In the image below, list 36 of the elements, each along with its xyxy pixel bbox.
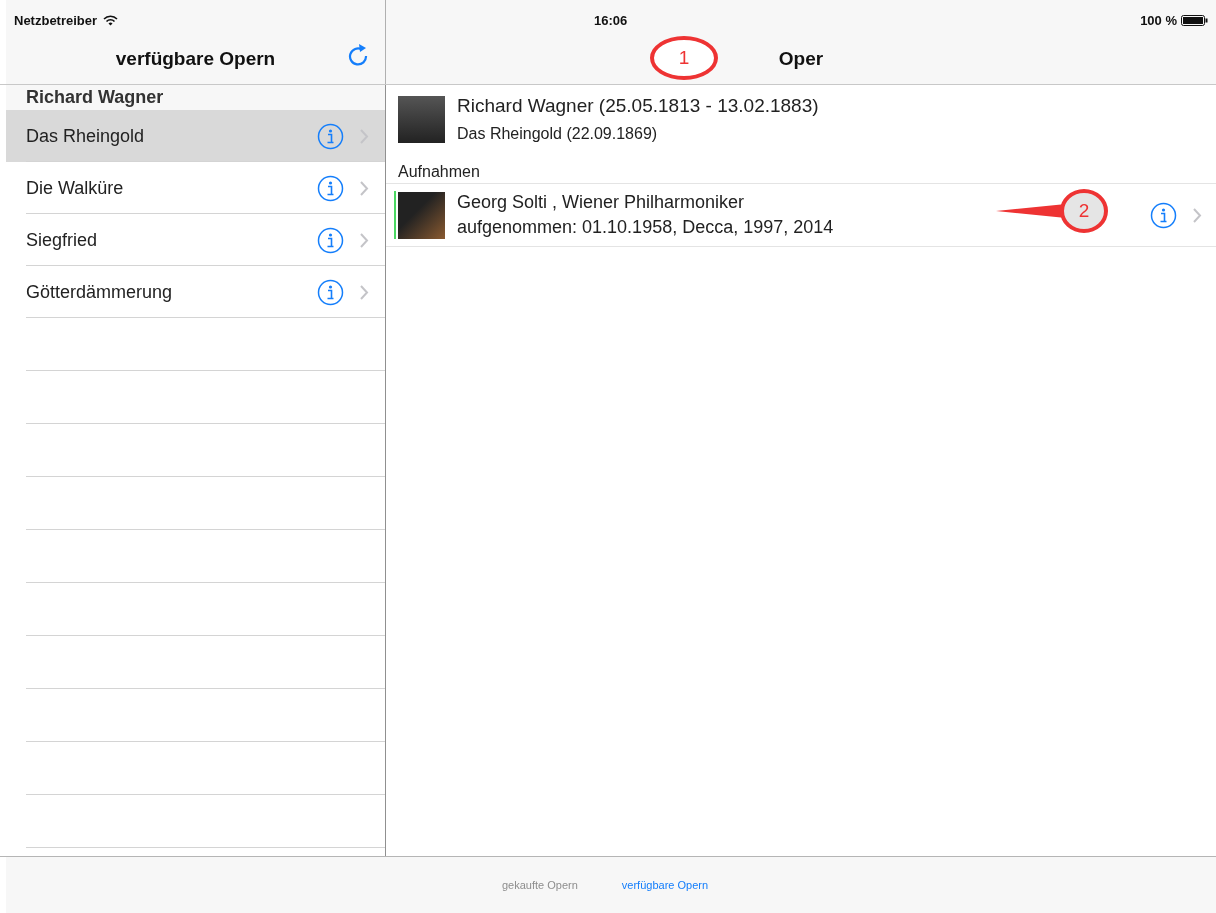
battery-icon [1181, 14, 1208, 26]
section-header: Richard Wagner [6, 85, 385, 110]
info-button[interactable] [317, 226, 344, 254]
chevron-icon [360, 232, 369, 248]
opera-list-item[interactable]: Das Rheingold [6, 110, 385, 162]
tab[interactable]: verfügbare Opern [621, 879, 709, 891]
photo-placeholder [398, 95, 445, 143]
callout-bubble: 2 [1060, 189, 1108, 233]
wifi-icon [103, 14, 119, 26]
info-button[interactable] [317, 174, 344, 202]
master-title: verfügbare Opern [115, 48, 276, 70]
section-header: Aufnahmen [397, 162, 481, 182]
recording-row[interactable]: Georg Solti , Wiener Philharmoniker aufgenommen: 01.10.1958, Decca, 1997, 2014 2 [386, 183, 1216, 247]
info-button[interactable] [1150, 201, 1177, 229]
battery-label: 100 % [1140, 12, 1177, 28]
callout-ellipse: 1 [650, 36, 718, 80]
chevron-icon [1193, 207, 1202, 223]
opera-text: Das Rheingold (22.09.1869) [457, 125, 658, 143]
detail-title: Oper [778, 48, 824, 70]
info-icon [1150, 201, 1177, 229]
info-icon [317, 226, 344, 254]
info-icon [317, 122, 344, 150]
recording-subtitle: aufgenommen: 01.10.1958, Decca, 1997, 2014 [457, 217, 834, 238]
refresh-button[interactable] [347, 42, 369, 66]
chevron-icon [360, 284, 369, 300]
composer-text: Richard Wagner (25.05.1813 - 13.02.1883) [457, 95, 819, 117]
carrier-label: Netzbetreiber [14, 12, 98, 28]
info-button[interactable] [317, 122, 344, 150]
clock: 16:06 [594, 12, 628, 28]
info-icon [317, 278, 344, 306]
indicator-bar [394, 191, 396, 239]
recording-title: Georg Solti , Wiener Philharmoniker [457, 192, 745, 213]
album-cover-placeholder [398, 191, 445, 239]
info-icon [317, 174, 344, 202]
chevron-icon [360, 180, 369, 196]
info-button[interactable] [317, 278, 344, 306]
